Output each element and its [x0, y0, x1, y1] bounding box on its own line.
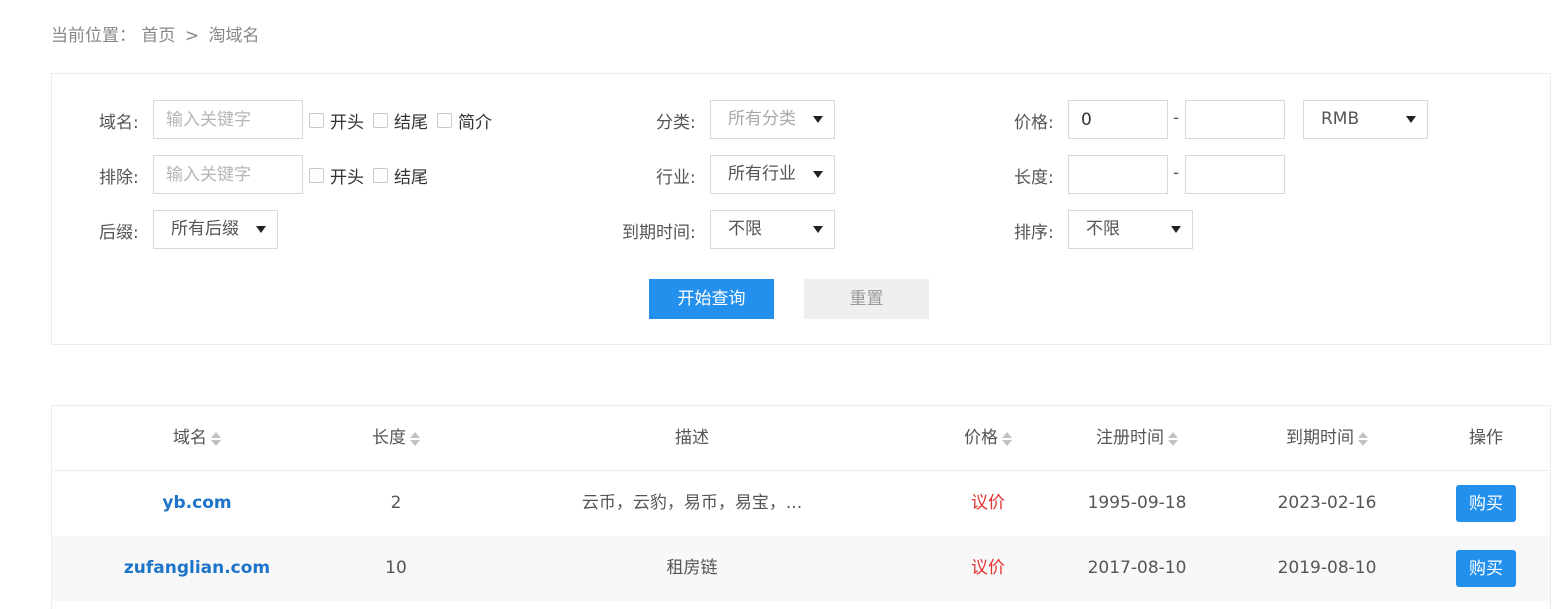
chevron-down-icon: [1171, 226, 1181, 233]
table-row: zufanglian.com 10 租房链 议价 2017-08-10 2019…: [52, 536, 1550, 601]
column-header-price[interactable]: 价格: [964, 406, 1012, 471]
sort-label: 排序:: [1014, 223, 1054, 243]
sort-icon[interactable]: [1358, 431, 1368, 447]
price-min-input[interactable]: [1068, 100, 1168, 139]
suffix-label: 后缀:: [99, 223, 139, 243]
breadcrumb-separator: >: [184, 26, 200, 46]
table-row: yb.com 2 云币，云豹，易币，易宝，... 议价 1995-09-18 2…: [52, 471, 1550, 536]
breadcrumb: 当前位置： 首页 > 淘域名: [51, 21, 259, 46]
column-header-expire-date[interactable]: 到期时间: [1286, 406, 1368, 471]
domain-length: 10: [385, 558, 407, 578]
checkbox-box[interactable]: [309, 168, 324, 183]
column-header-desc: 描述: [675, 428, 709, 448]
exclude-start-checkbox[interactable]: 开头: [309, 163, 364, 188]
exclude-end-checkbox[interactable]: 结尾: [373, 163, 428, 188]
domain-reg-date: 2017-08-10: [1087, 558, 1187, 578]
price-label: 价格:: [1014, 113, 1054, 133]
domain-label: 域名:: [99, 113, 139, 133]
expiry-label: 到期时间:: [622, 223, 696, 243]
suffix-select[interactable]: 所有后缀: [153, 210, 278, 249]
price-range-dash: -: [1173, 108, 1180, 128]
breadcrumb-prefix: 当前位置：: [51, 26, 136, 46]
domain-table: 域名 长度 描述 价格 注册时间 到期时间 操作 yb.com 2 云币，云豹，…: [51, 405, 1551, 609]
checkbox-box[interactable]: [309, 113, 324, 128]
search-button[interactable]: 开始查询: [649, 279, 774, 319]
column-header-domain[interactable]: 域名: [173, 406, 221, 471]
length-max-input[interactable]: [1185, 155, 1285, 194]
breadcrumb-current: 淘域名: [208, 26, 260, 46]
length-label: 长度:: [1014, 168, 1054, 188]
category-select[interactable]: 所有分类: [710, 100, 835, 139]
column-header-length[interactable]: 长度: [372, 406, 420, 471]
expiry-select[interactable]: 不限: [710, 210, 835, 249]
domain-length: 2: [390, 493, 402, 513]
table-header: 域名 长度 描述 价格 注册时间 到期时间 操作: [52, 406, 1550, 471]
price-max-input[interactable]: [1185, 100, 1285, 139]
chevron-down-icon: [1406, 116, 1416, 123]
domain-link[interactable]: yb.com: [162, 471, 231, 536]
sort-icon[interactable]: [211, 431, 221, 447]
sort-icon[interactable]: [1168, 431, 1178, 447]
length-range-dash: -: [1173, 163, 1180, 183]
currency-select[interactable]: RMB: [1303, 100, 1428, 139]
industry-select[interactable]: 所有行业: [710, 155, 835, 194]
domain-link[interactable]: zufanglian.com: [124, 536, 270, 601]
domain-brief-checkbox[interactable]: 简介: [437, 108, 492, 133]
exclude-keyword-input[interactable]: [153, 155, 303, 194]
chevron-down-icon: [813, 171, 823, 178]
column-header-action: 操作: [1469, 428, 1503, 448]
breadcrumb-home-link[interactable]: 首页: [141, 26, 175, 46]
domain-end-checkbox[interactable]: 结尾: [373, 108, 428, 133]
domain-expire-date: 2019-08-10: [1277, 558, 1377, 578]
filter-panel: 域名: 开头 结尾 简介 分类: 所有分类 价格: - RMB 排除: 开头 结…: [51, 73, 1551, 345]
column-header-reg-date[interactable]: 注册时间: [1096, 406, 1178, 471]
sort-select[interactable]: 不限: [1068, 210, 1193, 249]
domain-description: 租房链: [666, 558, 718, 578]
checkbox-box[interactable]: [437, 113, 452, 128]
domain-keyword-input[interactable]: [153, 100, 303, 139]
chevron-down-icon: [256, 226, 266, 233]
checkbox-box[interactable]: [373, 168, 388, 183]
chevron-down-icon: [813, 116, 823, 123]
sort-icon[interactable]: [1002, 431, 1012, 447]
domain-price: 议价: [971, 558, 1005, 578]
domain-expire-date: 2023-02-16: [1277, 493, 1377, 513]
chevron-down-icon: [813, 226, 823, 233]
domain-reg-date: 1995-09-18: [1087, 493, 1187, 513]
reset-button[interactable]: 重置: [804, 279, 929, 319]
exclude-label: 排除:: [99, 168, 139, 188]
domain-description: 云币，云豹，易币，易宝，...: [581, 493, 803, 513]
sort-icon[interactable]: [410, 431, 420, 447]
buy-button[interactable]: 购买: [1456, 485, 1516, 522]
checkbox-box[interactable]: [373, 113, 388, 128]
industry-label: 行业:: [656, 168, 696, 188]
buy-button[interactable]: 购买: [1456, 550, 1516, 587]
domain-start-checkbox[interactable]: 开头: [309, 108, 364, 133]
category-label: 分类:: [656, 113, 696, 133]
domain-price: 议价: [971, 493, 1005, 513]
length-min-input[interactable]: [1068, 155, 1168, 194]
